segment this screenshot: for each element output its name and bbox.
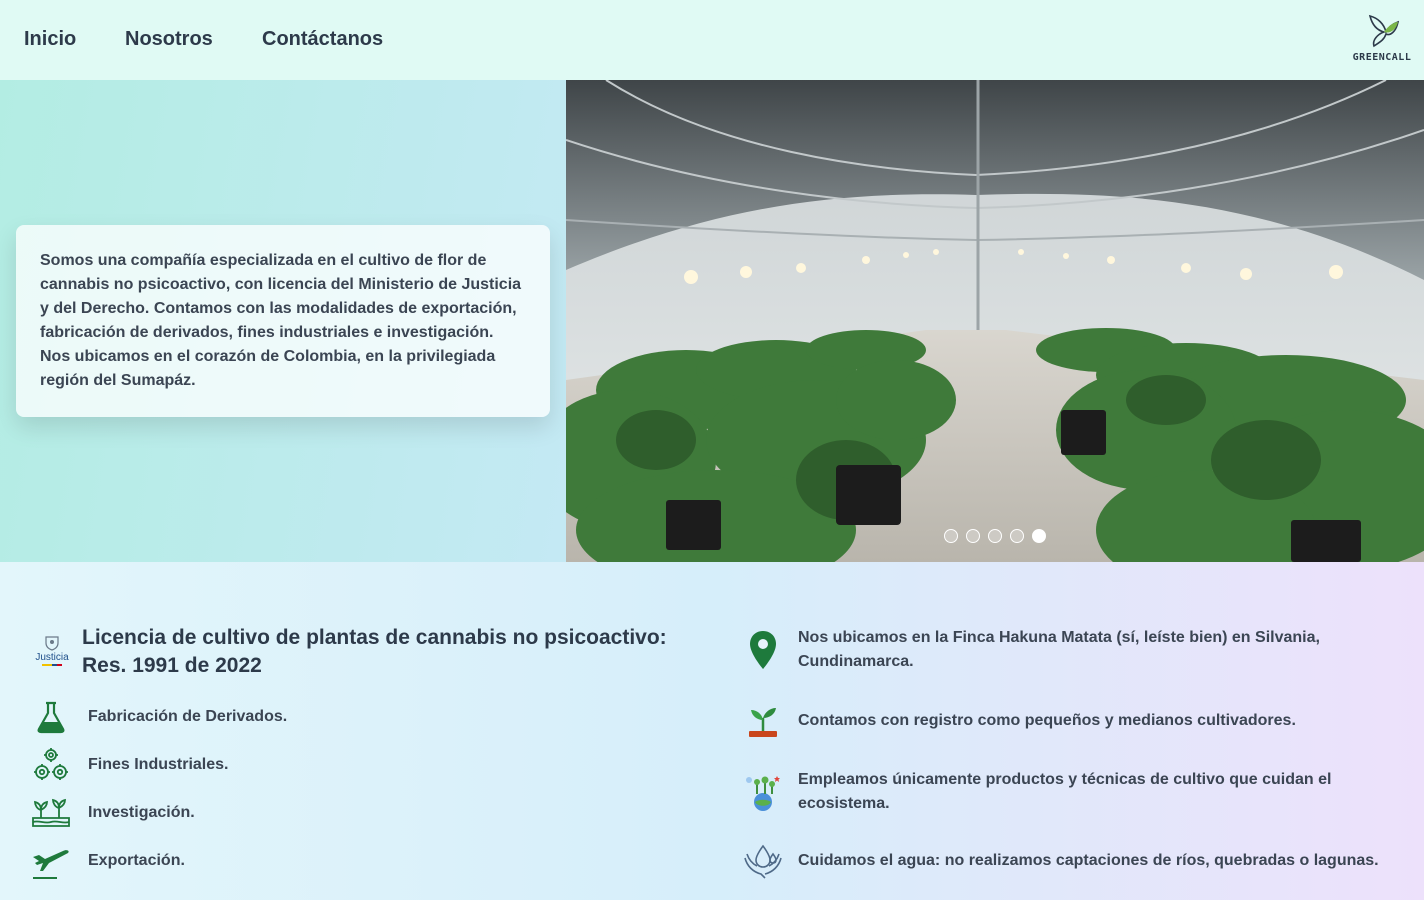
license-title-line2: Res. 1991 de 2022 bbox=[82, 654, 262, 677]
license-block: Justicia Licencia de cultivo de plantas … bbox=[30, 626, 666, 680]
modality-item-investigacion: Investigación. bbox=[30, 792, 195, 834]
fact-item-location: Nos ubicamos en la Finca Hakuna Matata (… bbox=[742, 626, 1402, 674]
modality-label: Exportación. bbox=[88, 852, 185, 869]
modality-label: Fines Industriales. bbox=[88, 756, 229, 773]
fact-label: Contamos con registro como pequeños y me… bbox=[798, 712, 1296, 729]
sprouts-icon bbox=[30, 792, 72, 834]
hero-intro-panel: Somos una compañía especializada en el c… bbox=[0, 80, 566, 562]
carousel-dot-3[interactable] bbox=[988, 529, 1002, 543]
flag-stripe bbox=[42, 664, 62, 666]
coat-of-arms-icon bbox=[45, 636, 59, 651]
features-section: Justicia Licencia de cultivo de plantas … bbox=[0, 562, 1424, 900]
nav-link-contactanos[interactable]: Contáctanos bbox=[262, 28, 383, 51]
fact-label: Cuidamos el agua: no realizamos captacio… bbox=[798, 852, 1379, 869]
logo-text: GREENCALL bbox=[1352, 52, 1412, 63]
gears-icon bbox=[30, 744, 72, 786]
fact-label: Empleamos únicamente productos y técnica… bbox=[798, 771, 1332, 812]
fact-item-registro: Contamos con registro como pequeños y me… bbox=[742, 700, 1402, 742]
carousel-dot-5[interactable] bbox=[1032, 529, 1046, 543]
leaf-bird-icon bbox=[1368, 14, 1400, 48]
seedling-icon bbox=[742, 700, 784, 742]
flask-icon bbox=[30, 696, 72, 738]
modality-label: Investigación. bbox=[88, 804, 195, 821]
justicia-logo: Justicia bbox=[30, 628, 74, 672]
nav-link-nosotros[interactable]: Nosotros bbox=[125, 28, 213, 51]
top-nav: Inicio Nosotros Contáctanos GREENCALL bbox=[0, 0, 1424, 80]
justicia-logo-text: Justicia bbox=[35, 652, 69, 663]
intro-text: Somos una compañía especializada en el c… bbox=[40, 252, 522, 389]
nav-link-inicio[interactable]: Inicio bbox=[24, 28, 76, 51]
water-hands-icon bbox=[742, 840, 784, 882]
carousel-dots bbox=[944, 529, 1046, 543]
modality-item-derivados: Fabricación de Derivados. bbox=[30, 696, 287, 738]
fact-item-ecosistema: Empleamos únicamente productos y técnica… bbox=[742, 768, 1402, 816]
carousel-dot-2[interactable] bbox=[966, 529, 980, 543]
license-title: Licencia de cultivo de plantas de cannab… bbox=[82, 624, 667, 680]
modality-item-industriales: Fines Industriales. bbox=[30, 744, 228, 786]
greencall-logo[interactable]: GREENCALL bbox=[1352, 10, 1412, 70]
greenhouse-carousel[interactable] bbox=[566, 80, 1424, 562]
carousel-dot-4[interactable] bbox=[1010, 529, 1024, 543]
ecosystem-icon bbox=[742, 771, 784, 813]
carousel-dot-1[interactable] bbox=[944, 529, 958, 543]
greenhouse-photo bbox=[566, 80, 1424, 562]
location-pin-icon bbox=[742, 629, 784, 671]
modality-item-exportacion: Exportación. bbox=[30, 840, 185, 882]
fact-label: Nos ubicamos en la Finca Hakuna Matata (… bbox=[798, 629, 1320, 670]
hero-section: Somos una compañía especializada en el c… bbox=[0, 80, 1424, 562]
airplane-icon bbox=[30, 840, 72, 882]
intro-card: Somos una compañía especializada en el c… bbox=[16, 225, 550, 417]
modality-label: Fabricación de Derivados. bbox=[88, 708, 288, 725]
license-title-line1: Licencia de cultivo de plantas de cannab… bbox=[82, 626, 667, 649]
fact-item-agua: Cuidamos el agua: no realizamos captacio… bbox=[742, 840, 1402, 882]
